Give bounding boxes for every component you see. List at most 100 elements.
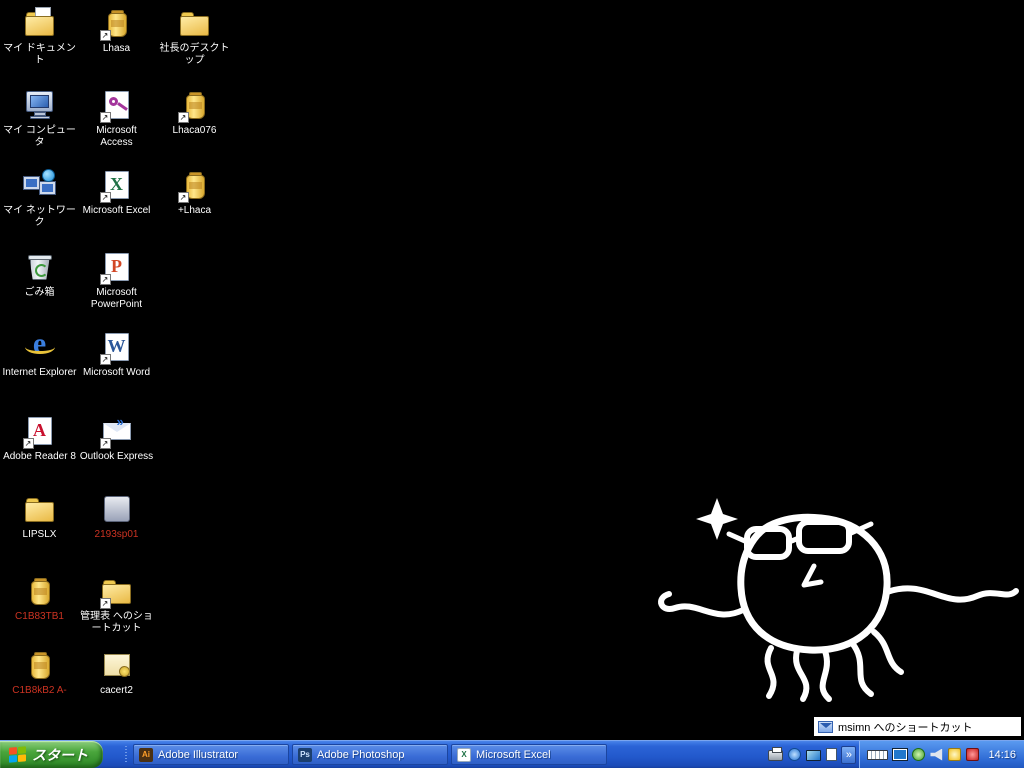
desktop-icon-adobe-reader-8[interactable]: A ↗ Adobe Reader 8 [2, 414, 77, 463]
taskbar-empty-space[interactable] [607, 741, 768, 768]
task-button-excel[interactable]: X Microsoft Excel [451, 744, 607, 765]
desktop-icon-internet-explorer[interactable]: e Internet Explorer [2, 327, 77, 379]
ms-word-icon: W ↗ [99, 330, 135, 365]
desktop-icon-ms-access[interactable]: ↗ Microsoft Access [79, 88, 154, 149]
notification-icons-left [768, 741, 841, 768]
antivirus-icon[interactable] [966, 748, 980, 761]
icon-label: Outlook Express [79, 451, 154, 462]
desktop-icon-ms-word[interactable]: W ↗ Microsoft Word [79, 330, 154, 379]
start-button[interactable]: スタート [0, 741, 103, 768]
icon-label: マイ ドキュメント [3, 43, 76, 66]
desktop-icon-lhasa[interactable]: ↗ Lhasa [79, 6, 154, 55]
desktop-icon-lipslx[interactable]: LIPSLX [2, 492, 77, 541]
rename-box[interactable]: msimn へのショートカット [813, 716, 1022, 737]
desktop-icon-ms-excel[interactable]: X ↗ Microsoft Excel [79, 168, 154, 217]
system-tray: 14:16 [859, 741, 1024, 768]
my-documents-icon [22, 6, 58, 40]
notification-icons [867, 748, 980, 761]
desktop-icon-archive-c1b[interactable]: C1B8kB2 A- [2, 648, 77, 697]
icon-label: Adobe Reader 8 [3, 451, 76, 462]
icon-label: Microsoft Access [96, 125, 137, 148]
shortcut-arrow-icon: ↗ [177, 112, 189, 123]
scheduler-icon[interactable] [948, 748, 962, 761]
doodle-tentacle-3 [819, 648, 832, 702]
icon-label: C1B83TB1 [15, 611, 64, 622]
desktop-icon-kanri-folder[interactable]: ↗ 管理表 へのショートカット [79, 574, 154, 635]
icon-label: LIPSLX [22, 529, 57, 540]
desktop-icon-my-documents[interactable]: マイ ドキュメント [2, 6, 77, 67]
desktop-icon-recycle-bin[interactable]: ごみ箱 [2, 250, 77, 299]
task-button-photoshop[interactable]: Ps Adobe Photoshop [292, 744, 448, 765]
internet-explorer-icon: e [22, 327, 58, 364]
desktop-icon-president-desktop[interactable]: 社長のデスクトップ [157, 6, 232, 67]
desktop-icon-my-network[interactable]: マイ ネットワーク [2, 168, 77, 229]
desktop[interactable]: { "desktop": { "background_color": "#000… [0, 0, 1024, 768]
app-2193-icon [99, 492, 135, 526]
shortcut-arrow-icon: ↗ [22, 438, 34, 449]
lhasa-icon: ↗ [99, 6, 135, 41]
desktop-icon-cacert2[interactable]: cacert2 [79, 648, 154, 697]
recycle-bin-icon [22, 250, 58, 284]
ms-excel-icon: X ↗ [99, 168, 135, 203]
icon-label: Microsoft Word [82, 367, 151, 378]
shortcut-arrow-icon: ↗ [99, 274, 111, 285]
task-button-area: Ai Adobe Illustrator Ps Adobe Photoshop X Mic… [133, 741, 607, 768]
icon-label: cacert2 [100, 685, 133, 696]
doodle-nose [801, 563, 824, 588]
icon-label: マイ ネットワーク [3, 205, 76, 228]
shortcut-arrow-icon: ↗ [99, 438, 111, 449]
icon-label: 2193sp01 [94, 529, 139, 540]
quick-launch-divider [103, 741, 133, 768]
icon-label: ごみ箱 [24, 287, 55, 298]
volume-icon[interactable] [930, 748, 943, 761]
icon-label: Microsoft Excel [82, 205, 151, 216]
shortcut-arrow-icon: ↗ [99, 112, 111, 123]
desktop-icon-ms-powerpoint[interactable]: P ↗ Microsoft PowerPoint [79, 250, 154, 311]
taskbar-clock[interactable]: 14:16 [988, 749, 1016, 761]
octopus-doodle [658, 498, 1019, 702]
cacert2-icon [99, 648, 135, 682]
tray-overflow-chevron[interactable]: » [841, 745, 857, 764]
desktop-icon-app-2193[interactable]: 2193sp01 [79, 492, 154, 541]
desktop-icon-lhaca076[interactable]: ↗ Lhaca076 [157, 88, 232, 137]
doodle-tentacle-1 [764, 645, 777, 699]
taskbar: スタート Ai Adobe Illustrator Ps Adobe Photosho… [0, 740, 1024, 768]
ms-powerpoint-icon: P ↗ [99, 250, 135, 285]
task-button-label: Microsoft Excel [476, 748, 551, 761]
shortcut-arrow-icon: ↗ [99, 354, 111, 365]
desktop-icon-plus-lhaca[interactable]: ↗ +Lhaca [157, 168, 232, 217]
desktop-icon-archive-c1a[interactable]: C1B83TB1 [2, 574, 77, 623]
lipslx-icon [22, 492, 58, 526]
msimn-icon [818, 720, 833, 733]
network-icon[interactable] [893, 749, 908, 760]
icon-label: マイ コンピュータ [3, 125, 76, 148]
my-network-icon [22, 168, 58, 202]
outlook-express-icon: » ↗ [99, 414, 135, 449]
doodle-tentacle-4 [849, 640, 874, 697]
rename-text: msimn へのショートカット [838, 721, 973, 734]
archive-c1b-icon [22, 648, 58, 682]
doodle-tentacle-2 [793, 648, 810, 702]
document-icon[interactable] [826, 748, 838, 761]
printer-icon[interactable] [768, 747, 784, 761]
update-icon[interactable] [788, 748, 802, 761]
icon-label: 社長のデスクトップ [159, 43, 230, 66]
excel-icon: X [457, 747, 471, 762]
doodle-arm-right [884, 585, 1019, 603]
shortcut-arrow-icon: ↗ [99, 30, 111, 41]
doodle-arm-left [658, 591, 746, 618]
president-desktop-icon [177, 6, 213, 40]
desktop-icon-my-computer[interactable]: マイ コンピュータ [2, 88, 77, 149]
icon-label: 管理表 へのショートカット [80, 611, 153, 634]
shortcut-arrow-icon: ↗ [177, 192, 189, 203]
desktop-icon-outlook-express[interactable]: » ↗ Outlook Express [79, 414, 154, 463]
photoshop-icon: Ps [298, 747, 312, 762]
messenger-icon[interactable] [912, 748, 926, 761]
task-button-illustrator[interactable]: Ai Adobe Illustrator [133, 744, 289, 765]
icon-label: Microsoft PowerPoint [90, 287, 143, 310]
display-icon[interactable] [806, 749, 822, 761]
keyboard-icon[interactable] [867, 749, 889, 760]
lhaca076-icon: ↗ [177, 88, 213, 123]
icon-label: Internet Explorer [2, 367, 77, 378]
doodle-tentacle-5 [871, 629, 904, 675]
